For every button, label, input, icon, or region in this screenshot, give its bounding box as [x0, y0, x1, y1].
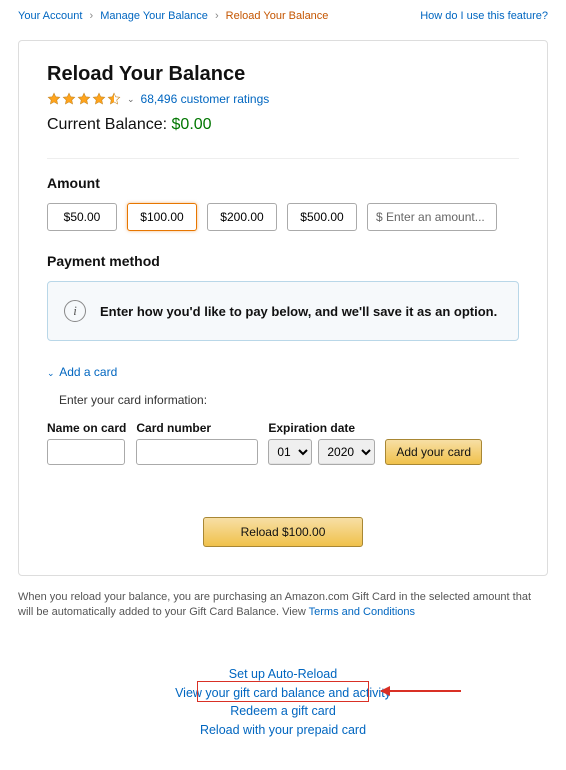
reload-prepaid-link[interactable]: Reload with your prepaid card	[18, 721, 548, 740]
chevron-down-icon: ⌄	[127, 94, 135, 105]
divider	[47, 158, 519, 159]
card-info-instructions: Enter your card information:	[59, 393, 519, 407]
reload-button[interactable]: Reload $100.00	[203, 517, 363, 547]
card-number-field: Card number	[136, 421, 258, 465]
balance-amount: $0.00	[172, 116, 212, 133]
info-icon: i	[64, 300, 86, 322]
breadcrumb-current: Reload Your Balance	[226, 10, 329, 22]
add-your-card-button[interactable]: Add your card	[385, 439, 482, 465]
reload-button-wrap: Reload $100.00	[47, 517, 519, 547]
card-number-input[interactable]	[136, 439, 258, 465]
terms-link[interactable]: Terms and Conditions	[309, 606, 415, 618]
name-on-card-input[interactable]	[47, 439, 125, 465]
current-balance: Current Balance: $0.00	[47, 116, 519, 134]
breadcrumb-manage[interactable]: Manage Your Balance	[100, 10, 208, 22]
ratings-link[interactable]: 68,496 customer ratings	[141, 92, 270, 106]
name-on-card-field: Name on card	[47, 421, 126, 465]
breadcrumb: Your Account › Manage Your Balance › Rel…	[18, 10, 328, 22]
main-card: Reload Your Balance ⌄ 68,496 customer ra…	[18, 40, 548, 576]
setup-auto-reload-link[interactable]: Set up Auto-Reload	[18, 665, 548, 684]
amount-row: $50.00 $100.00 $200.00 $500.00	[47, 203, 519, 231]
balance-label: Current Balance:	[47, 116, 167, 133]
card-fields: Name on card Card number Expiration date…	[47, 421, 519, 465]
breadcrumb-row: Your Account › Manage Your Balance › Rel…	[18, 10, 548, 22]
expiration-month-select[interactable]: 01	[268, 439, 312, 465]
expiration-field: Expiration date 01 2020	[268, 421, 375, 465]
amount-heading: Amount	[47, 175, 519, 191]
name-on-card-label: Name on card	[47, 421, 126, 435]
amount-option-100[interactable]: $100.00	[127, 203, 197, 231]
amount-option-200[interactable]: $200.00	[207, 203, 277, 231]
card-number-label: Card number	[136, 421, 258, 435]
amount-custom-input[interactable]	[367, 203, 497, 231]
breadcrumb-sep-icon: ›	[89, 10, 93, 22]
help-link[interactable]: How do I use this feature?	[420, 10, 548, 22]
bottom-link-list: Set up Auto-Reload View your gift card b…	[18, 665, 548, 740]
add-card-expander[interactable]: ⌄ Add a card	[47, 365, 519, 379]
footer-text: When you reload your balance, you are pu…	[18, 591, 531, 618]
ratings-row: ⌄ 68,496 customer ratings	[47, 92, 519, 106]
expiration-label: Expiration date	[268, 421, 375, 435]
view-balance-activity-link[interactable]: View your gift card balance and activity	[18, 684, 548, 703]
redeem-gift-card-link[interactable]: Redeem a gift card	[18, 702, 548, 721]
footer-disclaimer: When you reload your balance, you are pu…	[18, 590, 548, 621]
breadcrumb-sep-icon: ›	[215, 10, 219, 22]
breadcrumb-account[interactable]: Your Account	[18, 10, 82, 22]
amount-option-500[interactable]: $500.00	[287, 203, 357, 231]
payment-heading: Payment method	[47, 253, 519, 269]
caret-down-icon: ⌄	[47, 368, 55, 378]
expiration-year-select[interactable]: 2020	[318, 439, 375, 465]
payment-prompt-box: i Enter how you'd like to pay below, and…	[47, 281, 519, 341]
add-card-link[interactable]: Add a card	[59, 365, 117, 379]
star-rating-icon	[47, 92, 121, 106]
amount-option-50[interactable]: $50.00	[47, 203, 117, 231]
page-title: Reload Your Balance	[47, 63, 519, 86]
payment-prompt-text: Enter how you'd like to pay below, and w…	[100, 304, 497, 319]
